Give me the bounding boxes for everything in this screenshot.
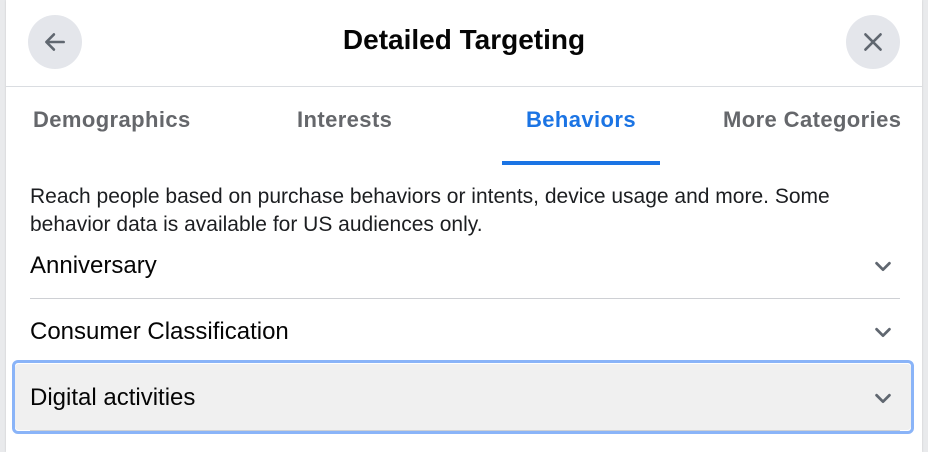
- active-tab-indicator: [502, 161, 660, 165]
- tab-demographics[interactable]: Demographics: [33, 107, 191, 133]
- chevron-down-icon: [875, 327, 891, 338]
- category-tabs: Demographics Interests Behaviors More Ca…: [6, 87, 922, 165]
- category-label: Consumer Classification: [30, 318, 289, 345]
- category-row-consumer-classification[interactable]: Consumer Classification: [30, 302, 900, 362]
- category-label: Anniversary: [30, 252, 157, 279]
- category-label: Digital activities: [30, 384, 196, 411]
- close-icon: [864, 33, 882, 51]
- chevron-down-icon: [875, 393, 891, 404]
- close-button[interactable]: [846, 15, 900, 69]
- row-divider: [30, 298, 900, 299]
- row-divider: [30, 430, 900, 431]
- dialog-header: Detailed Targeting: [6, 0, 922, 87]
- detailed-targeting-dialog: Detailed Targeting Demographics Interest…: [6, 0, 922, 452]
- category-row-anniversary[interactable]: Anniversary: [30, 236, 900, 296]
- tab-more-categories[interactable]: More Categories: [723, 107, 901, 133]
- chevron-down-icon: [875, 261, 891, 272]
- tab-interests[interactable]: Interests: [297, 107, 392, 133]
- tab-behaviors[interactable]: Behaviors: [526, 107, 636, 133]
- dialog-title: Detailed Targeting: [342, 24, 586, 55]
- behaviors-description: Reach people based on purchase behaviors…: [30, 185, 830, 236]
- category-row-digital-activities[interactable]: Digital activities: [30, 368, 900, 428]
